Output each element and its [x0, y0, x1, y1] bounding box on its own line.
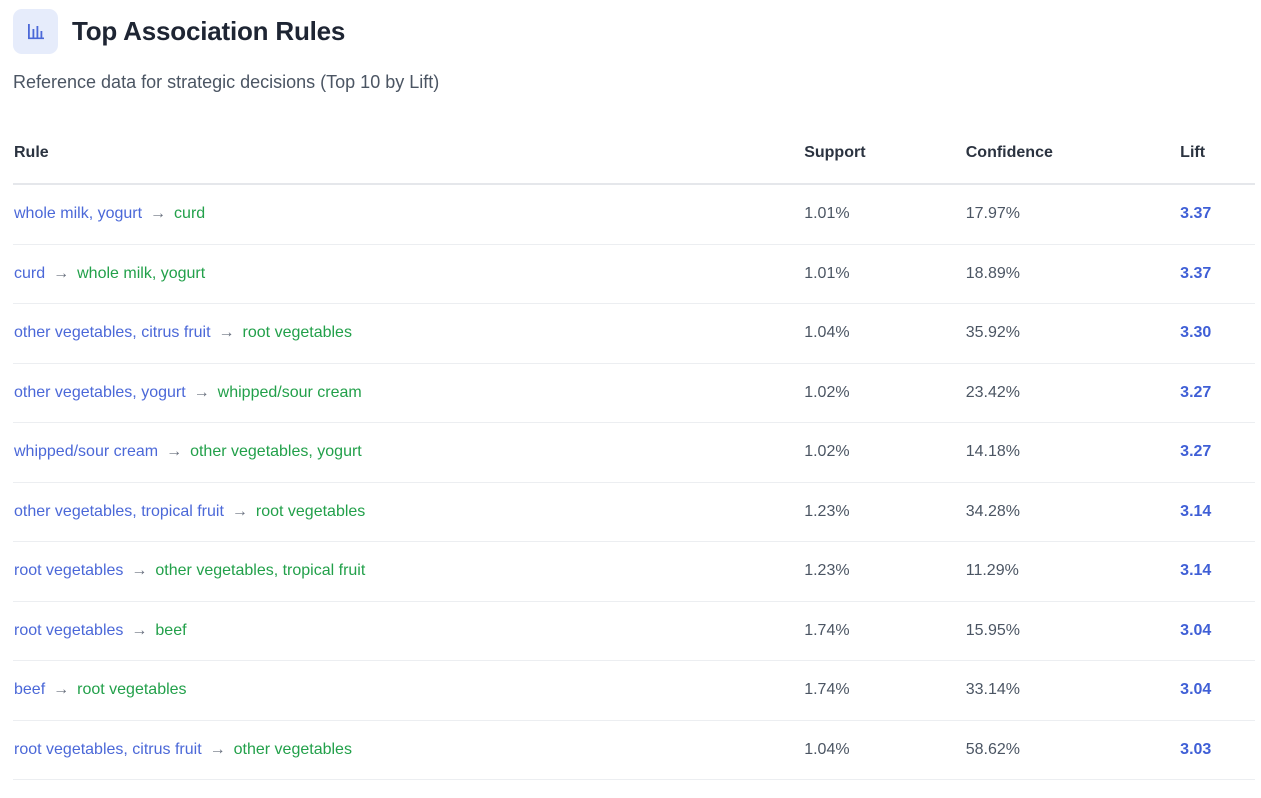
table-row[interactable]: other vegetables, yogurt → whipped/sour cr… [13, 363, 1255, 423]
lift-cell: 3.27 [1179, 363, 1255, 423]
rule-cell: root vegetables → beef [13, 601, 804, 661]
rule-cell: whipped/sour cream → other vegetables, yog… [13, 422, 804, 483]
table-row[interactable]: whole milk, yogurt → curd 1.01% 17.97% 3.37 [13, 184, 1255, 245]
rule-antecedent: beef [14, 681, 46, 699]
rule-cell: other vegetables, yogurt → whipped/sour cr… [13, 363, 804, 423]
confidence-cell: 33.14% [964, 660, 1180, 721]
table-row[interactable]: root vegetables, citrus fruit → other vege… [13, 720, 1255, 780]
lift-cell: 3.04 [1179, 660, 1255, 721]
rule-consequent: whole milk, yogurt [77, 264, 206, 282]
confidence-cell: 34.28% [964, 482, 1180, 542]
rule-consequent: beef [155, 621, 187, 639]
table-row[interactable]: other vegetables, tropical fruit → root ve… [13, 482, 1255, 542]
confidence-cell: 11.29% [964, 541, 1180, 602]
table-row[interactable]: root vegetables → beef 1.74% 15.95% 3.04 [13, 601, 1255, 661]
page-subtitle: Reference data for strategic decisions (… [13, 72, 440, 92]
rule-consequent: root vegetables [255, 502, 366, 520]
rule-consequent: whipped/sour cream [217, 383, 362, 401]
rule-cell: other vegetables, citrus fruit → root vege… [13, 303, 804, 364]
lift-cell: 3.04 [1179, 601, 1255, 661]
rule-consequent: curd [174, 205, 206, 223]
lift-cell: 3.37 [1179, 184, 1255, 245]
rule-cell: root vegetables → other vegetables, tropic… [13, 541, 804, 602]
column-header-confidence[interactable]: Confidence [964, 122, 1180, 185]
support-cell: 1.01% [803, 244, 965, 304]
support-cell: 1.23% [803, 541, 965, 602]
rule-antecedent: whole milk, yogurt [14, 205, 143, 223]
arrow-right-icon: → [193, 383, 210, 401]
lift-cell: 3.30 [1179, 303, 1255, 364]
table-body: whole milk, yogurt → curd 1.01% 17.97% 3.37 cu… [13, 184, 1255, 780]
rule-cell: other vegetables, tropical fruit → root ve… [13, 482, 804, 542]
support-cell: 1.01% [803, 184, 965, 245]
confidence-cell: 35.92% [964, 303, 1180, 364]
rule-antecedent: root vegetables [14, 562, 124, 580]
lift-cell: 3.14 [1179, 482, 1255, 542]
rule-antecedent: root vegetables, citrus fruit [14, 740, 202, 758]
rule-antecedent: other vegetables, yogurt [14, 383, 186, 401]
table-header-row: Rule Support Confidence Lift [13, 122, 1255, 185]
table-row[interactable]: beef → root vegetables 1.74% 33.14% 3.04 [13, 660, 1255, 721]
support-cell: 1.04% [803, 720, 965, 780]
table-row[interactable]: other vegetables, citrus fruit → root vege… [13, 303, 1255, 364]
confidence-cell: 18.89% [964, 244, 1180, 304]
rule-consequent: other vegetables, tropical fruit [155, 562, 366, 580]
arrow-right-icon: → [53, 681, 70, 699]
rule-cell: whole milk, yogurt → curd [13, 184, 804, 245]
confidence-cell: 15.95% [964, 601, 1180, 661]
rule-cell: curd → whole milk, yogurt [13, 244, 804, 304]
confidence-cell: 23.42% [964, 363, 1180, 423]
arrow-right-icon: → [53, 264, 70, 282]
arrow-right-icon: → [231, 502, 248, 520]
arrow-right-icon: → [209, 740, 226, 758]
arrow-right-icon: → [218, 324, 235, 342]
association-rules-table: Rule Support Confidence Lift whole milk,… [13, 122, 1255, 780]
arrow-right-icon: → [131, 621, 148, 639]
rule-cell: beef → root vegetables [13, 660, 804, 721]
column-header-lift[interactable]: Lift [1179, 122, 1255, 185]
support-cell: 1.74% [803, 660, 965, 721]
table-row[interactable]: root vegetables → other vegetables, tropic… [13, 541, 1255, 602]
column-header-support[interactable]: Support [803, 122, 965, 185]
lift-cell: 3.37 [1179, 244, 1255, 304]
lift-cell: 3.14 [1179, 541, 1255, 602]
bar-chart-icon [13, 9, 58, 54]
confidence-cell: 17.97% [964, 184, 1180, 245]
rule-consequent: root vegetables [77, 681, 187, 699]
support-cell: 1.02% [803, 363, 965, 423]
arrow-right-icon: → [150, 205, 167, 223]
table-row[interactable]: curd → whole milk, yogurt 1.01% 18.89% 3.37 [13, 244, 1255, 304]
confidence-cell: 58.62% [964, 720, 1180, 780]
rule-consequent: other vegetables, yogurt [190, 443, 362, 461]
confidence-cell: 14.18% [964, 422, 1180, 483]
page-header: Top Association Rules [13, 9, 345, 54]
lift-cell: 3.03 [1179, 720, 1255, 780]
column-header-rule[interactable]: Rule [13, 122, 804, 185]
support-cell: 1.04% [803, 303, 965, 364]
rule-antecedent: whipped/sour cream [14, 443, 159, 461]
page-title: Top Association Rules [72, 16, 346, 46]
rule-antecedent: root vegetables [14, 621, 124, 639]
support-cell: 1.23% [803, 482, 965, 542]
table-row[interactable]: whipped/sour cream → other vegetables, yog… [13, 422, 1255, 483]
support-cell: 1.02% [803, 422, 965, 483]
lift-cell: 3.27 [1179, 422, 1255, 483]
rule-consequent: other vegetables [233, 740, 352, 758]
rule-cell: root vegetables, citrus fruit → other vege… [13, 720, 804, 780]
rule-antecedent: other vegetables, tropical fruit [14, 502, 224, 520]
rule-antecedent: other vegetables, citrus fruit [14, 324, 211, 342]
support-cell: 1.74% [803, 601, 965, 661]
arrow-right-icon: → [131, 562, 148, 580]
rule-antecedent: curd [14, 264, 46, 282]
arrow-right-icon: → [166, 443, 183, 461]
rule-consequent: root vegetables [242, 324, 352, 342]
